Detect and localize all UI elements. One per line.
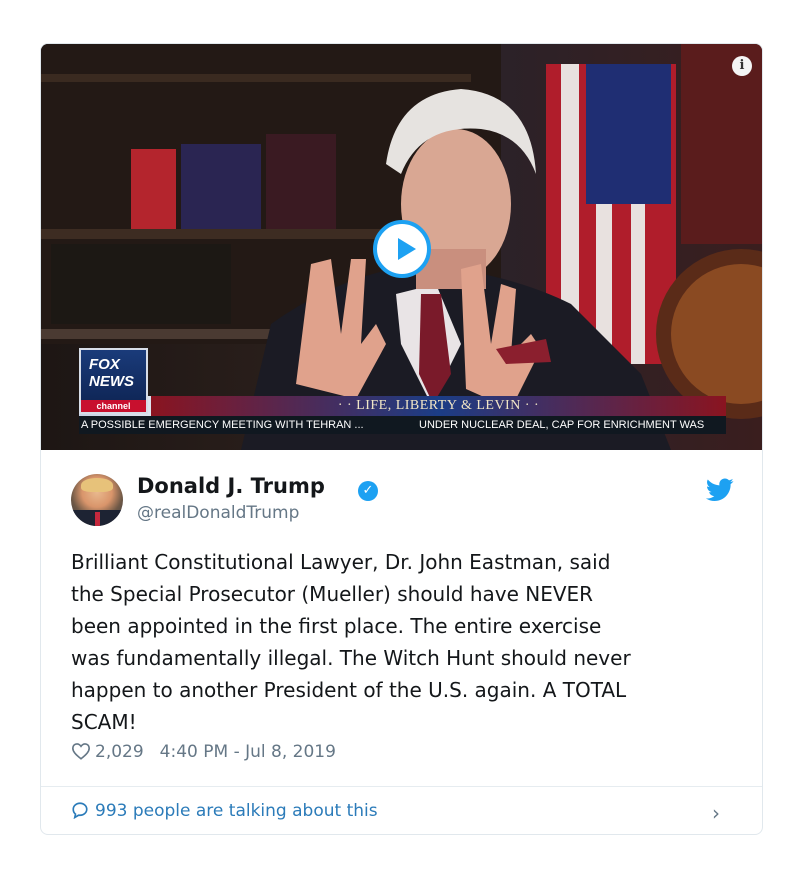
conversation-count-label: 993 people are talking about this [95, 801, 378, 821]
logo-channel-strip: channel [81, 400, 146, 412]
tweet-text: Brilliant Constitutional Lawyer, Dr. Joh… [71, 550, 631, 734]
conversation-link[interactable]: 993 people are talking about this [71, 801, 378, 821]
ticker-text-left: A POSSIBLE EMERGENCY MEETING WITH TEHRAN… [81, 419, 364, 431]
logo-line-fox: FOX [89, 356, 120, 373]
reply-bubble-icon [72, 802, 88, 820]
show-title-bar: · · LIFE, LIBERTY & LEVIN · · [151, 396, 726, 416]
video-thumbnail[interactable]: i · · LIFE, LIBERTY & LEVIN · · A POSSIB… [41, 44, 762, 450]
author-handle[interactable]: @realDonaldTrump [137, 503, 299, 523]
avatar-hair [81, 478, 113, 492]
news-ticker: A POSSIBLE EMERGENCY MEETING WITH TEHRAN… [79, 416, 726, 434]
avatar[interactable] [71, 474, 123, 526]
heart-icon[interactable] [71, 742, 91, 760]
twitter-bird-icon[interactable] [706, 478, 734, 502]
tweet-meta: 2,029 4:40 PM - Jul 8, 2019 [71, 742, 336, 762]
play-icon[interactable] [373, 220, 431, 278]
divider [41, 786, 762, 787]
embedded-tweet-card: i · · LIFE, LIBERTY & LEVIN · · A POSSIB… [40, 43, 763, 835]
avatar-tie [95, 512, 100, 526]
fox-news-logo: FOX NEWS channel [79, 348, 148, 414]
author-name[interactable]: Donald J. Trump [137, 474, 325, 498]
info-icon[interactable]: i [732, 56, 752, 76]
verified-badge-icon: ✓ [358, 481, 378, 501]
tweet-timestamp[interactable]: 4:40 PM - Jul 8, 2019 [160, 742, 336, 762]
chevron-right-icon[interactable]: › [712, 801, 720, 825]
logo-line-news: NEWS [89, 373, 134, 390]
ticker-text-right: UNDER NUCLEAR DEAL, CAP FOR ENRICHMENT W… [419, 419, 705, 431]
like-count[interactable]: 2,029 [95, 742, 144, 762]
